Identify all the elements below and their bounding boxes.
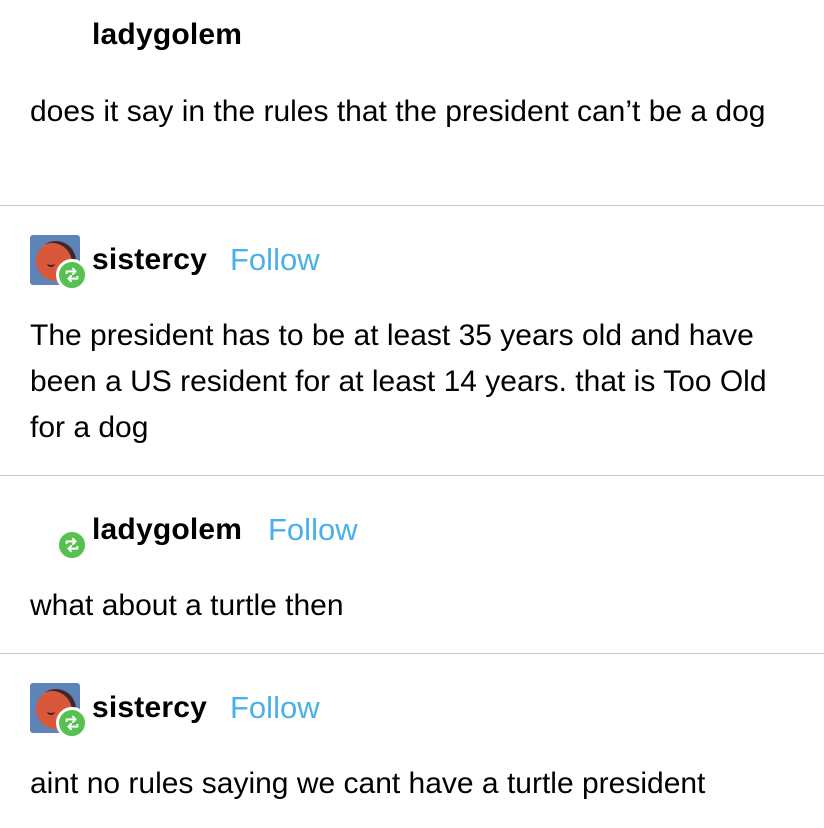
- post-3-username[interactable]: ladygolem: [92, 513, 242, 547]
- reblog-icon: [56, 529, 88, 561]
- reblog-icon: [56, 259, 88, 291]
- post-3-body: what about a turtle then: [30, 589, 344, 622]
- divider-1: [0, 205, 824, 206]
- follow-button[interactable]: Follow: [230, 242, 320, 278]
- divider-3: [0, 653, 824, 654]
- post-4-body: aint no rules saying we cant have a turt…: [30, 767, 706, 800]
- post-1-username[interactable]: ladygolem: [92, 18, 242, 52]
- post-1-body: does it say in the rules that the presid…: [30, 95, 766, 128]
- reblog-icon: [56, 707, 88, 739]
- follow-button[interactable]: Follow: [268, 512, 358, 548]
- divider-2: [0, 475, 824, 476]
- post-2-body: The president has to be at least 35 year…: [30, 319, 767, 444]
- post-4-username[interactable]: sistercy: [92, 691, 207, 725]
- post-2-username[interactable]: sistercy: [92, 243, 207, 277]
- follow-button[interactable]: Follow: [230, 690, 320, 726]
